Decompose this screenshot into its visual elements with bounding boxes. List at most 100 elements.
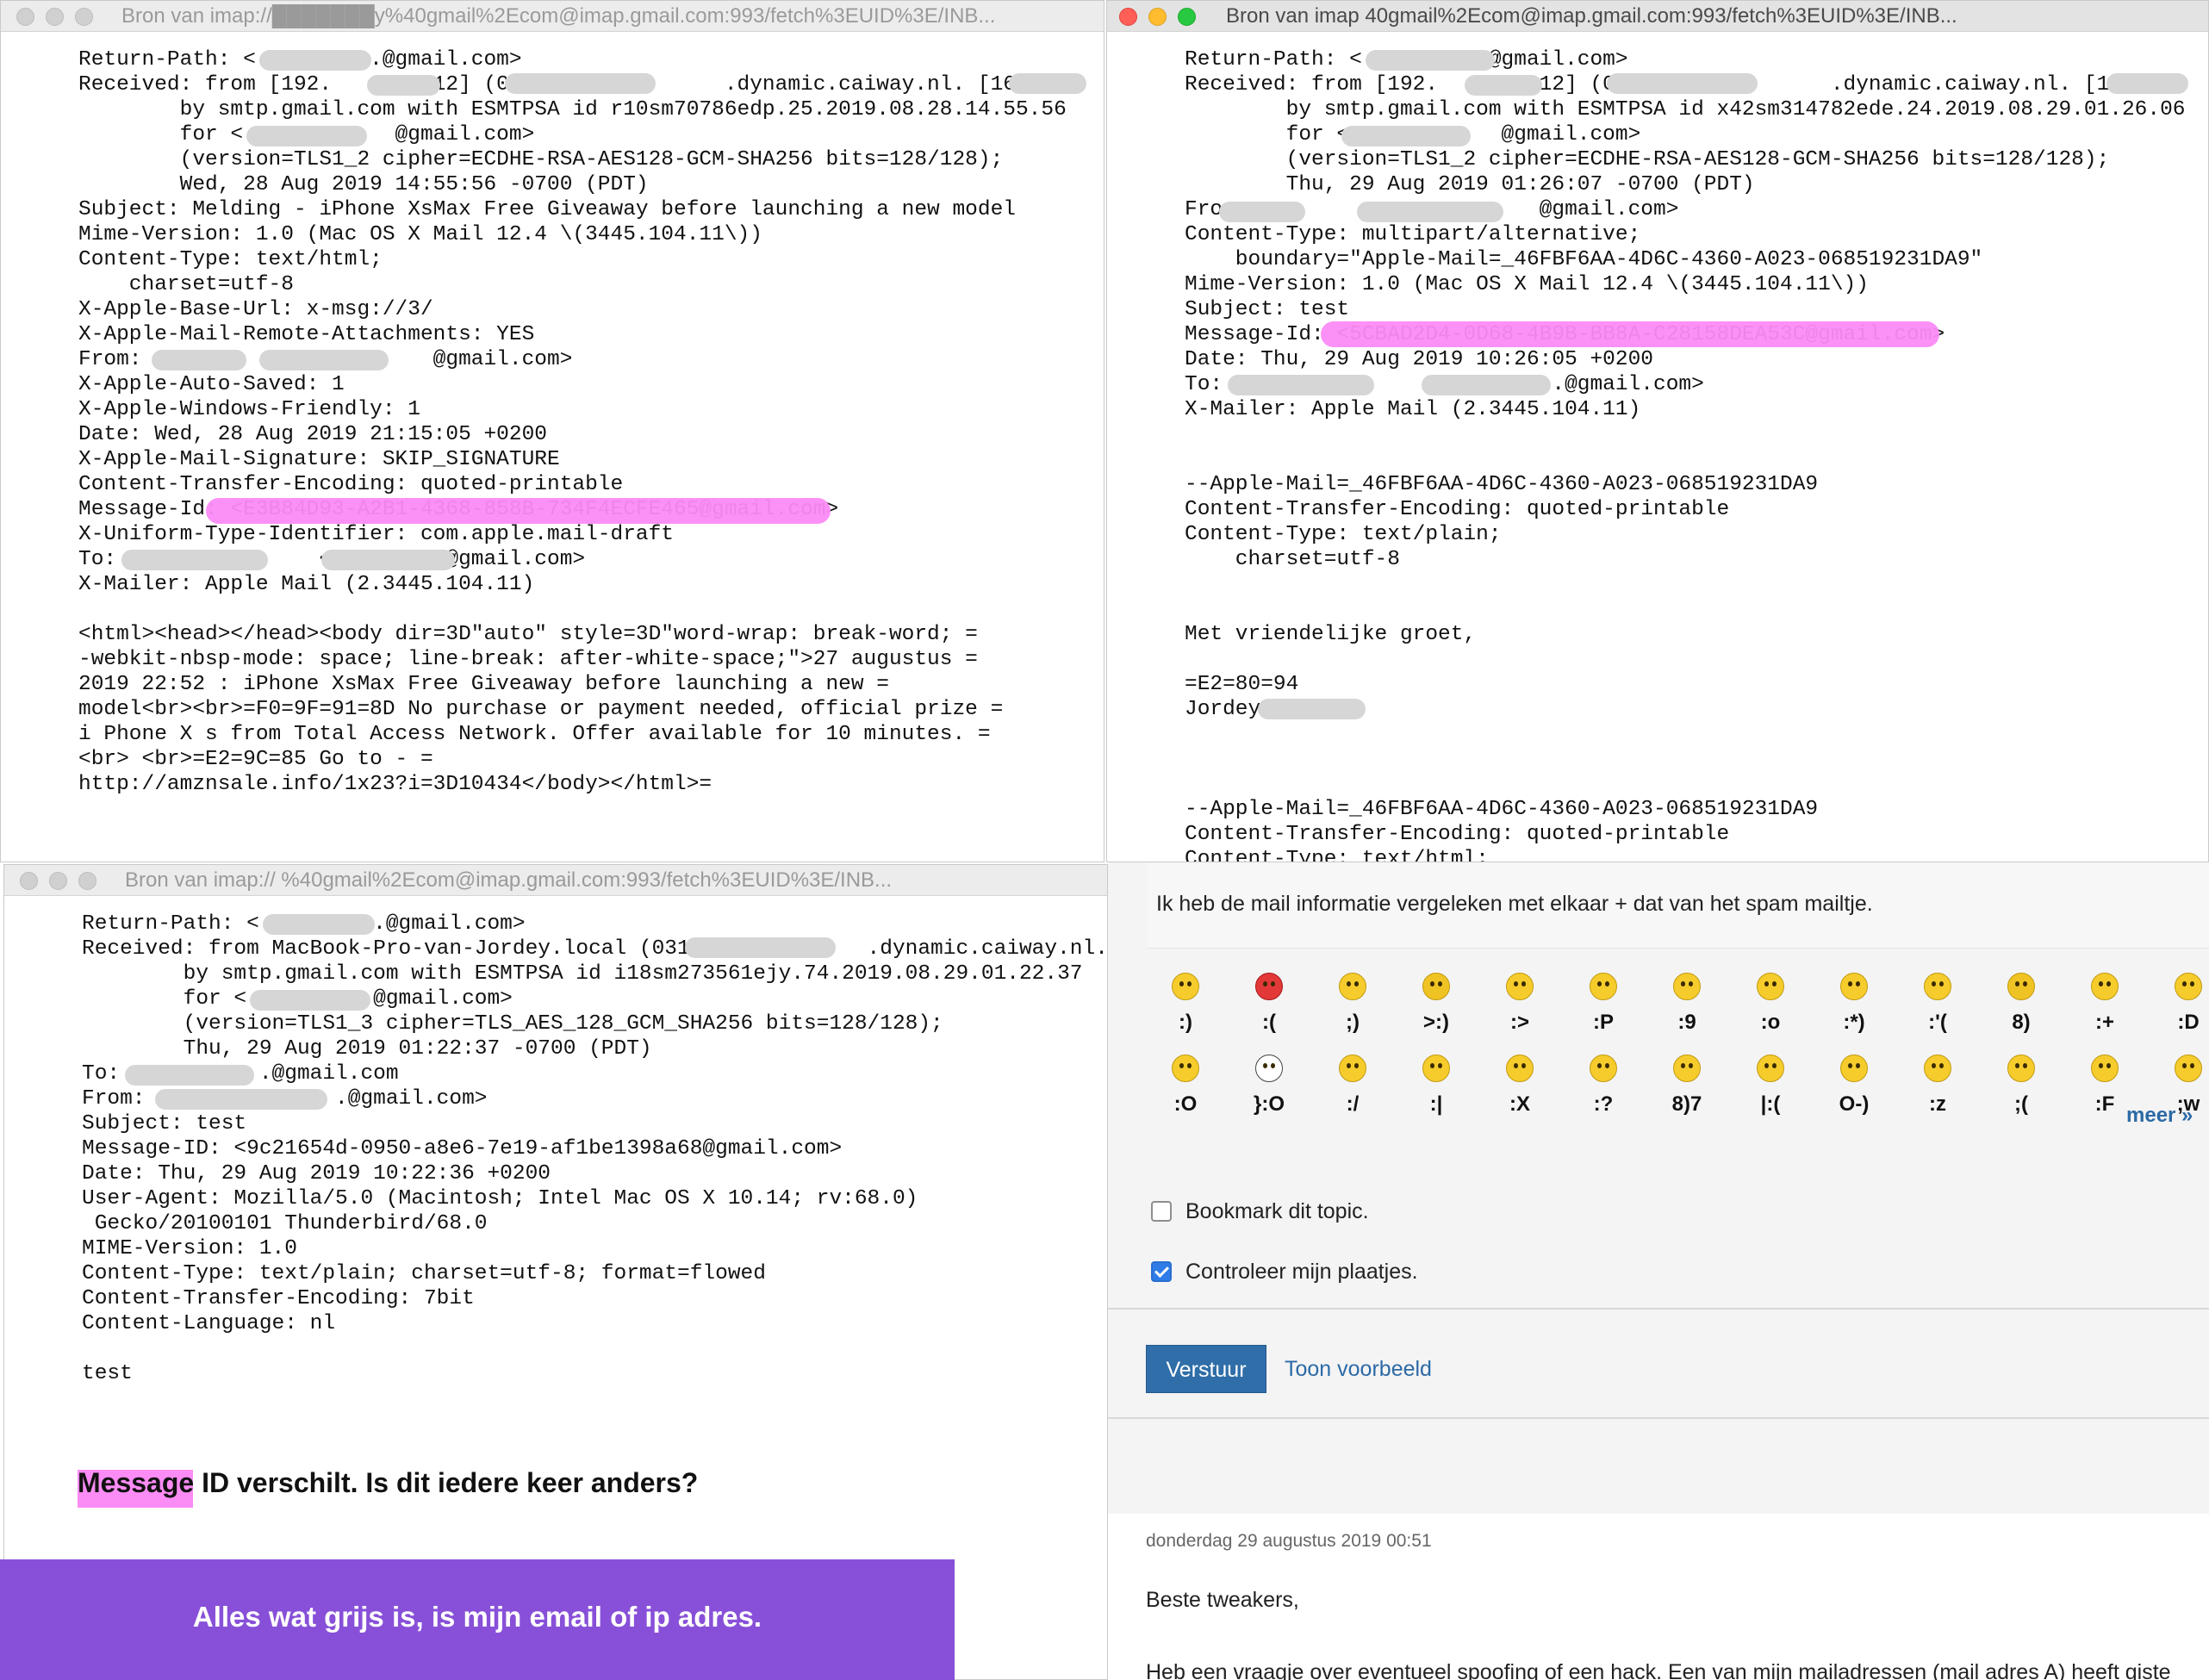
- smiley-button[interactable]: ;(: [1987, 1055, 2056, 1117]
- source-line: From: < @gmail.com>: [1185, 198, 1679, 221]
- close-button[interactable]: [1119, 8, 1137, 26]
- source-line: [82, 1336, 1107, 1361]
- zoom-button[interactable]: [78, 872, 96, 890]
- smiley-button[interactable]: ;): [1318, 973, 1387, 1035]
- smiley-button[interactable]: O-): [1820, 1055, 1889, 1117]
- forum-post: donderdag 29 augustus 2019 00:51 Beste t…: [1108, 1514, 2209, 1680]
- message-source-1: Return-Path: < .@gmail.com> Received: fro…: [78, 47, 1104, 797]
- redaction: [246, 126, 367, 146]
- smiley-button[interactable]: :/: [1318, 1055, 1387, 1117]
- message-id-highlight: [206, 498, 831, 524]
- source-line: Subject: test: [1185, 298, 1350, 321]
- check-images-label: Controleer mijn plaatjes.: [1185, 1260, 1418, 1284]
- smiley-icon: [2175, 973, 2202, 1000]
- source-line: -webkit-nbsp-mode: space; line-break: af…: [78, 648, 978, 671]
- close-button[interactable]: [16, 8, 34, 26]
- source-line: Received: from MacBook-Pro-van-Jordey.lo…: [82, 937, 1108, 961]
- redaction: [259, 350, 389, 370]
- redaction: [685, 937, 836, 958]
- source-line: by smtp.gmail.com with ESMTPSA id i18sm2…: [82, 962, 1083, 986]
- smiley-icon: [1255, 973, 1283, 1000]
- source-line: charset=utf-8: [1185, 548, 1400, 571]
- smiley-button[interactable]: :(: [1235, 973, 1304, 1035]
- source-line: for < .@gmail.com>: [183, 987, 513, 1011]
- close-button[interactable]: [20, 872, 38, 890]
- smiley-button[interactable]: :*): [1820, 973, 1889, 1035]
- smiley-button[interactable]: 8)7: [1652, 1055, 1721, 1117]
- smiley-button[interactable]: :o: [1736, 973, 1805, 1035]
- source-line: Content-Transfer-Encoding: quoted-printa…: [1185, 823, 1730, 846]
- smiley-button[interactable]: :'(: [1903, 973, 1972, 1035]
- smiley-code: :P: [1593, 1011, 1614, 1034]
- send-button[interactable]: Verstuur: [1146, 1345, 1266, 1393]
- source-line: Content-Type: text/plain; charset=utf-8;…: [82, 1262, 766, 1285]
- source-line: boundary="Apple-Mail=_46FBF6AA-4D6C-4360…: [1185, 248, 1983, 271]
- source-line: Date: Wed, 28 Aug 2019 21:15:05 +0200: [78, 423, 547, 446]
- zoom-button[interactable]: [1178, 8, 1196, 26]
- smiley-icon: [1506, 973, 1534, 1000]
- source-line: model<br><br>=F0=9F=91=8D No purchase or…: [78, 698, 1004, 721]
- bookmark-checkbox[interactable]: [1151, 1201, 1172, 1222]
- source-line: X-Apple-Mail-Signature: SKIP_SIGNATURE: [78, 448, 560, 471]
- source-line: Content-Language: nl: [82, 1312, 336, 1335]
- smiley-button[interactable]: :X: [1485, 1055, 1554, 1117]
- source-line: by smtp.gmail.com with ESMTPSA id r10sm7…: [78, 98, 1067, 121]
- smiley-icon: [1673, 973, 1701, 1000]
- smiley-icon: [2007, 973, 2035, 1000]
- source-line: --Apple-Mail=_46FBF6AA-4D6C-4360-A023-06…: [1185, 473, 1819, 496]
- source-line: Subject: Melding - iPhone XsMax Free Giv…: [78, 198, 1016, 221]
- minimize-button[interactable]: [49, 872, 67, 890]
- more-smileys-link[interactable]: meer »: [2126, 1104, 2193, 1128]
- smiley-icon: [1339, 1055, 1366, 1082]
- redaction: [263, 914, 375, 935]
- redaction: [1366, 50, 1495, 71]
- smiley-button[interactable]: :>: [1485, 973, 1554, 1035]
- reply-textarea[interactable]: Ik heb de mail informatie vergeleken met…: [1148, 862, 2209, 949]
- titlebar-2[interactable]: Bron van imap 40gmail%2Ecom@imap.gmail.c…: [1107, 1, 2208, 32]
- smiley-button[interactable]: |:(: [1736, 1055, 1805, 1117]
- smiley-button[interactable]: :P: [1569, 973, 1638, 1035]
- smiley-button[interactable]: :?: [1569, 1055, 1638, 1117]
- preview-link[interactable]: Toon voorbeeld: [1285, 1357, 1432, 1382]
- redaction: [2106, 73, 2188, 94]
- redaction: [152, 350, 246, 370]
- source-line: for < @gmail.com>: [179, 123, 535, 146]
- smiley-button[interactable]: :9: [1652, 973, 1721, 1035]
- source-line: <html><head></head><body dir=3D"auto" st…: [78, 623, 978, 646]
- smiley-code: :): [1179, 1011, 1192, 1034]
- info-banner: Alles wat grijs is, is mijn email of ip …: [0, 1559, 955, 1680]
- redaction: [1258, 699, 1366, 719]
- check-images-checkbox[interactable]: [1151, 1261, 1172, 1282]
- smiley-button[interactable]: :D: [2154, 973, 2209, 1035]
- smiley-code: :/: [1346, 1092, 1360, 1116]
- source-line: Content-Type: text/plain;: [1185, 523, 1502, 546]
- source-line: Thu, 29 Aug 2019 01:22:37 -0700 (PDT): [82, 1037, 652, 1061]
- smiley-code: 8): [2012, 1011, 2031, 1034]
- smiley-button[interactable]: 8): [1987, 973, 2056, 1035]
- titlebar-3[interactable]: Bron van imap:// %40gmail%2Ecom@imap.gma…: [4, 865, 1107, 896]
- source-window-1: Bron van imap://███████y%40gmail%2Ecom@i…: [0, 0, 1104, 862]
- smiley-code: |:(: [1760, 1092, 1781, 1116]
- forum-reply-panel: Ik heb de mail informatie vergeleken met…: [1108, 862, 2209, 1680]
- minimize-button[interactable]: [46, 8, 64, 26]
- smiley-button[interactable]: :+: [2070, 973, 2139, 1035]
- smiley-code: O-): [1839, 1092, 1870, 1116]
- source-line: [1185, 772, 2208, 797]
- source-line: --Apple-Mail=_46FBF6AA-4D6C-4360-A023-06…: [1185, 798, 1819, 821]
- redaction: [1357, 202, 1503, 222]
- smiley-button[interactable]: :): [1151, 973, 1220, 1035]
- smiley-button[interactable]: :z: [1903, 1055, 1972, 1117]
- source-line: by smtp.gmail.com with ESMTPSA id x42sm3…: [1185, 98, 2186, 121]
- smiley-button[interactable]: :O: [1151, 1055, 1220, 1117]
- titlebar-1[interactable]: Bron van imap://███████y%40gmail%2Ecom@i…: [1, 1, 1104, 32]
- smiley-button[interactable]: >:): [1402, 973, 1471, 1035]
- smiley-button[interactable]: :|: [1402, 1055, 1471, 1117]
- minimize-button[interactable]: [1148, 8, 1167, 26]
- source-line: (version=TLS1_2 cipher=ECDHE-RSA-AES128-…: [1185, 148, 2110, 171]
- smiley-icon: [1422, 1055, 1450, 1082]
- smiley-button[interactable]: }:O: [1235, 1055, 1304, 1117]
- source-line: Content-Type: multipart/alternative;: [1185, 223, 1641, 246]
- smiley-code: :9: [1677, 1011, 1696, 1034]
- message-id-highlight: [1321, 321, 1939, 347]
- zoom-button[interactable]: [75, 8, 93, 26]
